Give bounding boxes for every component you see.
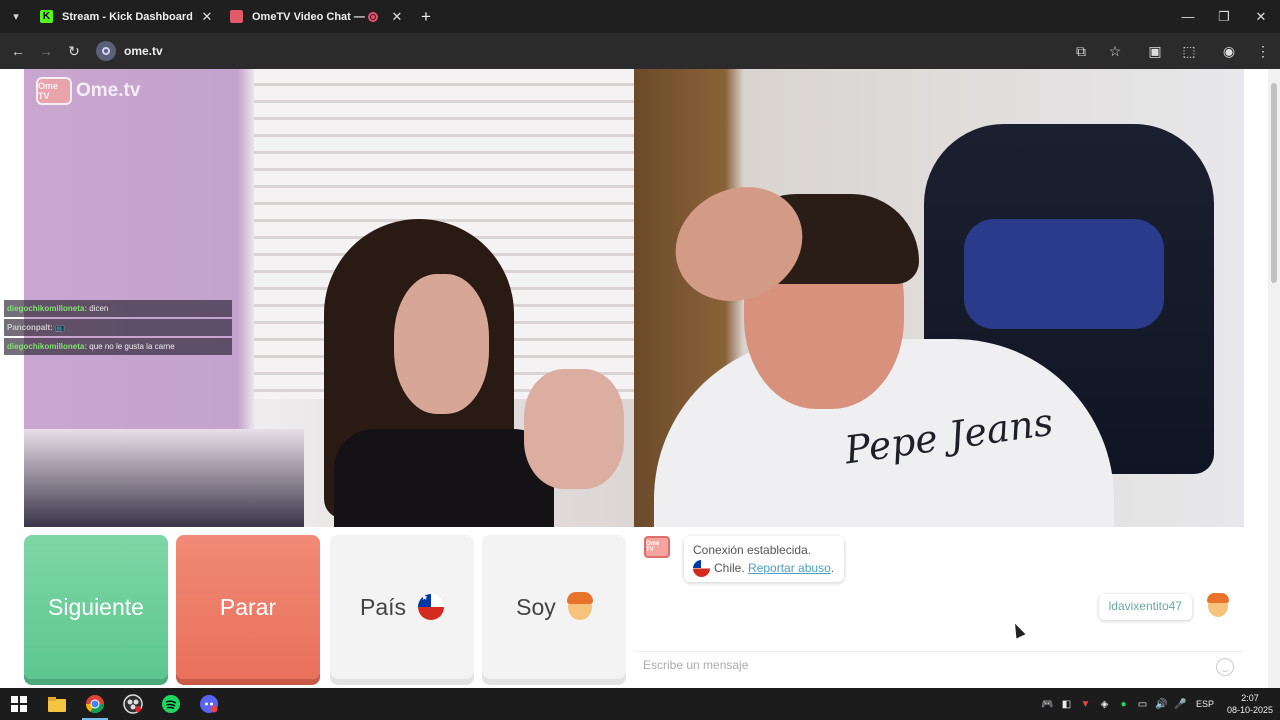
chile-flag-icon — [693, 560, 710, 578]
self-person: Pepe Jeans — [634, 149, 1244, 527]
discord-icon[interactable] — [190, 688, 228, 720]
microphone-icon[interactable]: 🎤 — [1171, 699, 1190, 710]
close-icon[interactable]: ✕ — [390, 9, 404, 25]
chile-flag-icon — [418, 594, 445, 620]
country-button[interactable]: País — [330, 535, 474, 679]
reading-list-icon[interactable]: ▣ — [1138, 37, 1172, 65]
ometv-icon — [230, 10, 243, 23]
obs-icon[interactable] — [114, 688, 152, 720]
windows-start-icon[interactable] — [0, 688, 38, 720]
stranger-person — [324, 219, 624, 527]
url-text: ome.tv — [124, 44, 163, 58]
tab-kick-dashboard[interactable]: K Stream - Kick Dashboard ✕ — [32, 0, 222, 33]
forward-arrow-icon[interactable]: → — [32, 37, 60, 65]
file-explorer-icon[interactable] — [38, 688, 76, 720]
stop-button[interactable]: Parar — [176, 535, 320, 679]
report-abuse-link[interactable]: Reportar abuso — [748, 561, 831, 575]
new-tab-icon[interactable]: + — [412, 7, 440, 27]
message-input[interactable] — [643, 658, 1183, 672]
chat-panel: Ome TV Conexión establecida. Chile. Repo… — [634, 527, 1244, 682]
user-message: ldavixentito47 — [1098, 594, 1192, 620]
restore-icon[interactable]: ❐ — [1206, 0, 1242, 33]
overlay-chat-line: diegochikomilloneta: dicen — [4, 300, 232, 317]
address-bar[interactable]: ome.tv — [96, 37, 1136, 65]
message-input-wrapper — [634, 651, 1244, 681]
spotify-icon[interactable] — [152, 688, 190, 720]
network-icon[interactable]: ▭ — [1133, 699, 1152, 710]
star-icon[interactable]: ☆ — [1098, 37, 1132, 65]
tab-title: Stream - Kick Dashboard — [62, 10, 193, 23]
gender-button[interactable]: Soy — [482, 535, 626, 679]
system-message: Conexión establecida. Chile. Reportar ab… — [684, 536, 844, 582]
volume-icon[interactable]: 🔊 — [1152, 699, 1171, 710]
site-info-icon[interactable] — [96, 41, 116, 61]
app-tray-icon[interactable]: ◧ — [1057, 699, 1076, 710]
close-window-icon[interactable]: ✕ — [1243, 0, 1279, 33]
windows-taskbar: 🎮 ◧ ▼ ◈ ● ▭ 🔊 🎤 ESP 2:07 08-10-2025 — [0, 688, 1280, 720]
chevron-down-icon[interactable]: ▾ — [0, 0, 32, 33]
boy-emoji-icon — [1207, 593, 1229, 617]
kebab-menu-icon[interactable]: ⋮ — [1246, 37, 1280, 65]
cast-icon[interactable]: ⧉ — [1064, 37, 1098, 65]
overlay-chat-line: Panconpalt: 📺 — [4, 319, 232, 336]
tab-title: OmeTV Video Chat — Ome — [252, 10, 368, 23]
profile-icon[interactable]: ◉ — [1212, 37, 1246, 65]
discord-tray-icon[interactable]: 🎮 — [1038, 699, 1057, 710]
system-tray: 🎮 ◧ ▼ ◈ ● ▭ 🔊 🎤 ESP 2:07 08-10-2025 — [1038, 688, 1280, 720]
page-scrollbar[interactable] — [1268, 69, 1280, 688]
chrome-icon[interactable] — [76, 688, 114, 720]
clock[interactable]: 2:07 08-10-2025 — [1220, 692, 1280, 716]
ometv-logo: Ome TV Ome.tv — [36, 77, 140, 105]
language-indicator[interactable]: ESP — [1190, 699, 1220, 709]
overlay-chat-line: diegochikomilloneta: que no le gusta la … — [4, 338, 232, 355]
recording-icon — [368, 11, 378, 22]
boy-emoji-icon — [566, 592, 593, 620]
close-icon[interactable]: ✕ — [200, 9, 214, 25]
shield-icon[interactable]: ▼ — [1076, 699, 1095, 710]
nvidia-icon[interactable]: ◈ — [1095, 699, 1114, 710]
tab-ometv[interactable]: OmeTV Video Chat — Ome ✕ — [222, 0, 412, 33]
next-button[interactable]: Siguiente — [24, 535, 168, 679]
ometv-badge-icon: Ome TV — [644, 536, 670, 558]
bed — [24, 429, 304, 527]
logo-badge: Ome TV — [36, 77, 72, 105]
tab-strip: ▾ K Stream - Kick Dashboard ✕ OmeTV Vide… — [0, 0, 1280, 33]
back-arrow-icon[interactable]: ← — [4, 37, 32, 65]
spotify-tray-icon[interactable]: ● — [1114, 699, 1133, 710]
self-video: Pepe Jeans — [634, 69, 1244, 527]
puzzle-icon[interactable]: ⬚ — [1172, 37, 1206, 65]
kick-icon: K — [40, 10, 53, 23]
ometv-page: Ome TV Ome.tv diegochikomilloneta: dicen… — [0, 69, 1280, 688]
browser-toolbar: ← → ↻ ome.tv ⧉ ☆ ▣ ⬚ ◉ ⋮ — [0, 33, 1280, 69]
logo-text: Ome.tv — [76, 80, 141, 101]
minimize-icon[interactable]: — — [1170, 0, 1206, 33]
stranger-video: Ome TV Ome.tv — [24, 69, 634, 527]
emoji-picker-icon[interactable] — [1216, 658, 1234, 676]
reload-icon[interactable]: ↻ — [60, 37, 88, 65]
